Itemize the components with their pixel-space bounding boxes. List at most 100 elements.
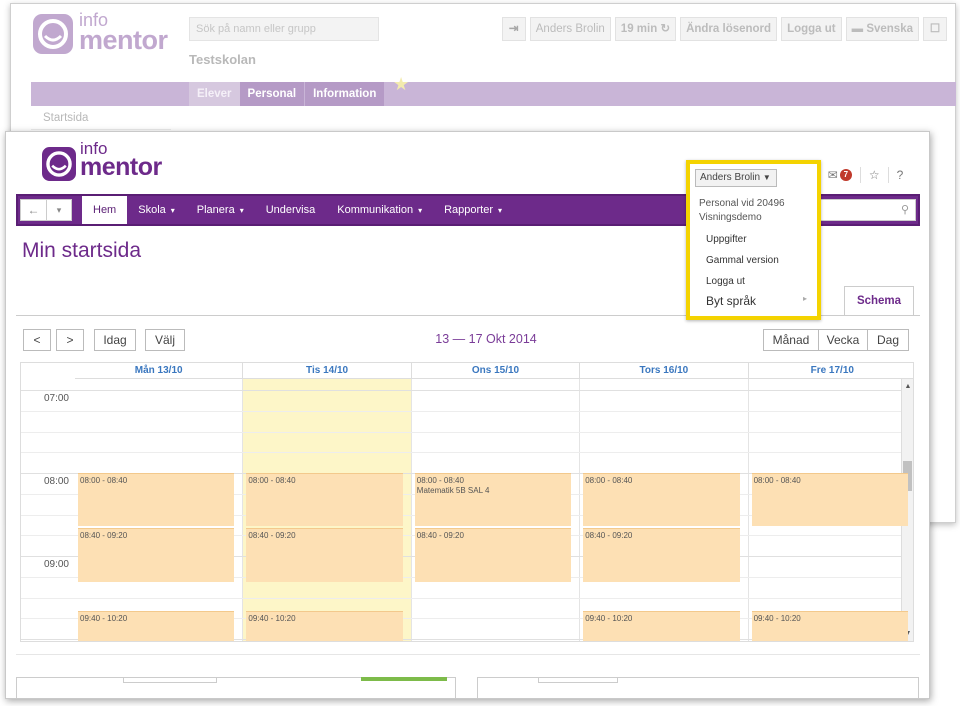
nav-search-input[interactable]: ⚲: [820, 199, 916, 221]
nav-item-kommunikation[interactable]: Kommunikation ▾: [326, 196, 433, 224]
calendar-event[interactable]: 08:40 - 09:20: [414, 528, 572, 582]
calendar-range-title: 13 — 17 Okt 2014: [435, 332, 537, 346]
menu-item-uppgifter[interactable]: Uppgifter: [706, 234, 747, 245]
old-search-input[interactable]: Sök på namn eller grupp: [189, 17, 379, 41]
old-sidebar-startsida[interactable]: Startsida: [31, 108, 171, 130]
nav-item-skola[interactable]: Skola ▾: [127, 196, 186, 224]
old-window-icon[interactable]: ☐: [923, 17, 947, 41]
page-title: Min startsida: [22, 239, 142, 262]
old-tab-elever[interactable]: Elever: [189, 82, 240, 106]
menu-item-logga-ut[interactable]: Logga ut: [706, 276, 745, 287]
infomentor-logo: info mentor: [42, 139, 172, 185]
calendar-today-button[interactable]: Idag: [94, 329, 136, 351]
back-control[interactable]: ← ▾: [20, 199, 72, 221]
session-text: 19 min: [620, 23, 658, 35]
nav-item-planera[interactable]: Planera ▾: [186, 196, 255, 224]
day-header[interactable]: Mån 13/10: [75, 363, 244, 379]
back-menu-chevron-icon[interactable]: ▾: [47, 200, 71, 220]
old-language-button[interactable]: ▬ Svenska: [845, 17, 919, 41]
help-icon[interactable]: ?: [887, 167, 912, 183]
calendar-event[interactable]: 09:40 - 10:20: [78, 611, 235, 641]
old-tab-band: [31, 82, 956, 106]
old-change-password-button[interactable]: Ändra lösenord: [680, 17, 778, 41]
user-menu-button[interactable]: Anders Brolin ▼: [695, 169, 777, 187]
widget-tab: [123, 677, 217, 683]
flag-icon: ▬: [851, 23, 864, 35]
bottom-widget-left: [16, 677, 456, 698]
old-school-name: Testskolan: [189, 52, 256, 67]
nav-item-label: Undervisa: [265, 204, 316, 216]
calendar-event[interactable]: 08:40 - 09:20: [246, 528, 403, 582]
old-session-timer[interactable]: 19 min ↻: [614, 17, 677, 41]
day-header[interactable]: Tis 14/10: [243, 363, 412, 379]
time-gridline: [21, 410, 901, 412]
mail-badge: 7: [839, 169, 852, 181]
nav-item-label: Skola: [138, 204, 166, 216]
old-infomentor-logo: info mentor: [33, 10, 175, 60]
old-user-name: Anders Brolin: [529, 17, 611, 41]
calendar-prev-button[interactable]: <: [23, 329, 51, 351]
old-logout-button[interactable]: Logga ut: [781, 17, 842, 41]
mail-icon: ✉: [827, 168, 838, 182]
calendar-event[interactable]: 08:00 - 08:40: [583, 473, 740, 527]
refresh-icon: ↻: [660, 23, 671, 35]
event-time: 09:40 - 10:20: [80, 614, 128, 624]
widget-tab: [538, 677, 618, 683]
old-tab-personal[interactable]: Personal: [239, 82, 305, 106]
calendar-event[interactable]: 08:00 - 08:40: [246, 473, 403, 527]
widget-progress: [361, 677, 447, 681]
event-time: 08:00 - 08:40: [585, 476, 633, 486]
day-header[interactable]: Tors 16/10: [580, 363, 749, 379]
day-header[interactable]: Fre 17/10: [748, 363, 913, 379]
event-time: 08:00 - 08:40: [753, 476, 801, 486]
calendar-next-button[interactable]: >: [56, 329, 84, 351]
chevron-down-icon: ▾: [498, 206, 503, 215]
login-icon[interactable]: ⇥: [501, 17, 526, 41]
day-header[interactable]: Ons 15/10: [411, 363, 581, 379]
favorites-star-icon[interactable]: ☆: [859, 167, 888, 183]
calendar-event[interactable]: 08:00 - 08:40: [78, 473, 235, 527]
search-icon: ⚲: [900, 204, 909, 216]
chevron-down-icon: ▾: [170, 206, 175, 215]
calendar-event[interactable]: 09:40 - 10:20: [583, 611, 740, 641]
calendar-event[interactable]: 08:40 - 09:20: [583, 528, 740, 582]
calendar-event[interactable]: 09:40 - 10:20: [246, 611, 403, 641]
logo-smile-icon: [33, 14, 73, 54]
nav-item-rapporter[interactable]: Rapporter ▾: [433, 196, 513, 224]
time-gridline: [21, 390, 901, 392]
nav-item-undervisa[interactable]: Undervisa: [255, 196, 327, 224]
view-day-button[interactable]: Dag: [867, 329, 909, 351]
logo-mentor-text: mentor: [79, 25, 168, 55]
calendar-event[interactable]: 09:40 - 10:20: [751, 611, 908, 641]
nav-item-hem[interactable]: Hem: [82, 196, 128, 224]
time-label: 07:00: [43, 393, 69, 405]
event-time: 08:00 - 08:40: [80, 476, 128, 486]
user-org-text: Visningsdemo: [699, 212, 762, 223]
calendar-event[interactable]: 08:40 - 09:20: [78, 528, 235, 582]
back-arrow-icon[interactable]: ←: [21, 200, 47, 220]
bottom-widget-right: [477, 677, 919, 698]
nav-item-label: Hem: [93, 204, 117, 216]
calendar-event[interactable]: 08:00 - 08:40 Matematik 5B SAL 4: [414, 473, 572, 527]
nav-item-label: Rapporter: [444, 204, 494, 216]
calendar-week-grid: ▲ ▼ Mån 13/10 Tis 14/10 Ons 15/10 Tors 16/1…: [20, 362, 914, 642]
time-label: 09:00: [43, 559, 69, 571]
menu-item-gammal-version[interactable]: Gammal version: [706, 255, 779, 266]
view-week-button[interactable]: Vecka: [818, 329, 868, 351]
event-time: 09:40 - 10:20: [585, 614, 633, 624]
time-label: 08:00: [43, 476, 69, 488]
chevron-down-icon: ▾: [239, 206, 244, 215]
event-time: 08:40 - 09:20: [80, 531, 128, 541]
event-time: 08:40 - 09:20: [248, 531, 296, 541]
menu-item-byt-sprak[interactable]: Byt språk: [706, 294, 756, 308]
old-tab-information[interactable]: Information: [304, 82, 385, 106]
tab-schema[interactable]: Schema: [844, 286, 914, 316]
event-time: 08:00 - 08:40: [248, 476, 296, 486]
calendar-choose-button[interactable]: Välj: [145, 329, 185, 351]
calendar-event[interactable]: 08:00 - 08:40: [751, 473, 908, 527]
time-gridline: [21, 597, 901, 599]
event-time: 08:00 - 08:40: [416, 476, 464, 486]
view-month-button[interactable]: Månad: [763, 329, 819, 351]
mail-notifications[interactable]: ✉ 7: [818, 167, 860, 183]
section-divider: [16, 654, 920, 655]
